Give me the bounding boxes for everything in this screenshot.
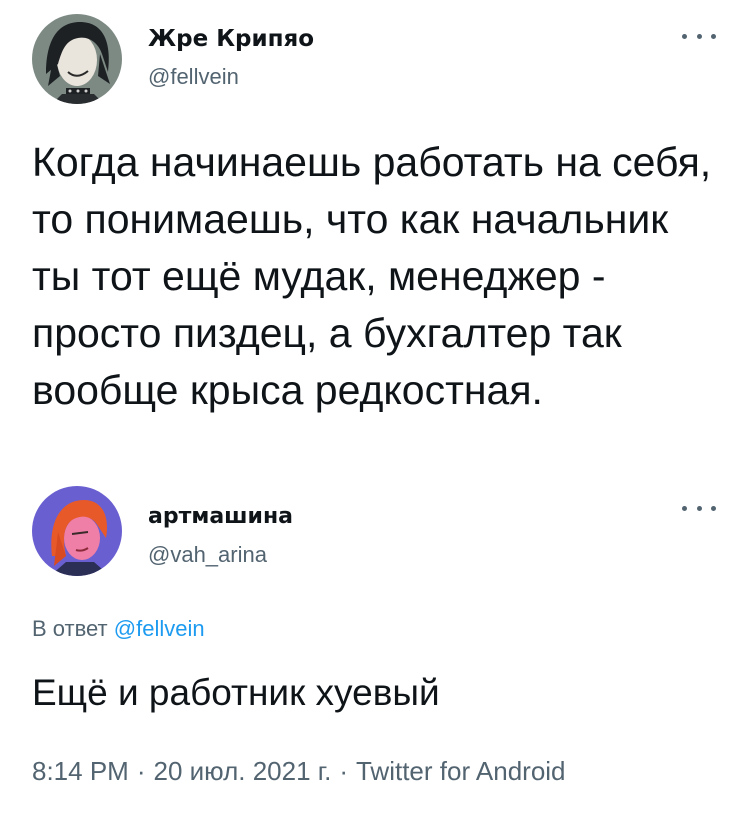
reply-prefix: В ответ: [32, 616, 108, 641]
tweet-time[interactable]: 8:14 PM: [32, 756, 129, 786]
tweet-source[interactable]: Twitter for Android: [356, 756, 566, 786]
reply-context: В ответ @fellvein: [32, 616, 205, 642]
reply-header: артмашина @vah_arina: [32, 486, 722, 576]
tweet-header: Жре Крипяо @fellvein: [32, 14, 722, 104]
more-dot: [696, 505, 702, 511]
reply-text: Ещё и работник хуевый: [32, 672, 440, 713]
tweet-meta: 8:14 PM · 20 июл. 2021 г. · Twitter for Andr…: [32, 756, 566, 787]
more-dot: [711, 33, 716, 39]
author-avatar[interactable]: [32, 14, 122, 104]
avatar-red-haired-icon: [32, 486, 122, 576]
more-dot: [682, 505, 687, 511]
author-handle[interactable]: @fellvein: [148, 64, 239, 90]
reply-author-display-name[interactable]: артмашина: [148, 504, 293, 529]
more-dot: [682, 33, 687, 39]
tweet-text: Когда начинаешь работать на себя, то пон…: [32, 139, 712, 413]
reply-more-options-button[interactable]: [682, 498, 716, 518]
meta-separator: ·: [339, 756, 348, 786]
reply-author-avatar[interactable]: [32, 486, 122, 576]
reply-mention-link[interactable]: @fellvein: [114, 616, 205, 641]
tweet-date[interactable]: 20 июл. 2021 г.: [154, 756, 332, 786]
author-display-name[interactable]: Жре Крипяо: [148, 26, 314, 52]
avatar-dark-haired-icon: [32, 14, 122, 104]
more-options-button[interactable]: [682, 26, 716, 46]
reply-author-handle[interactable]: @vah_arina: [148, 542, 267, 568]
more-dot: [696, 33, 702, 39]
meta-separator: ·: [136, 756, 146, 786]
more-dot: [711, 505, 716, 511]
